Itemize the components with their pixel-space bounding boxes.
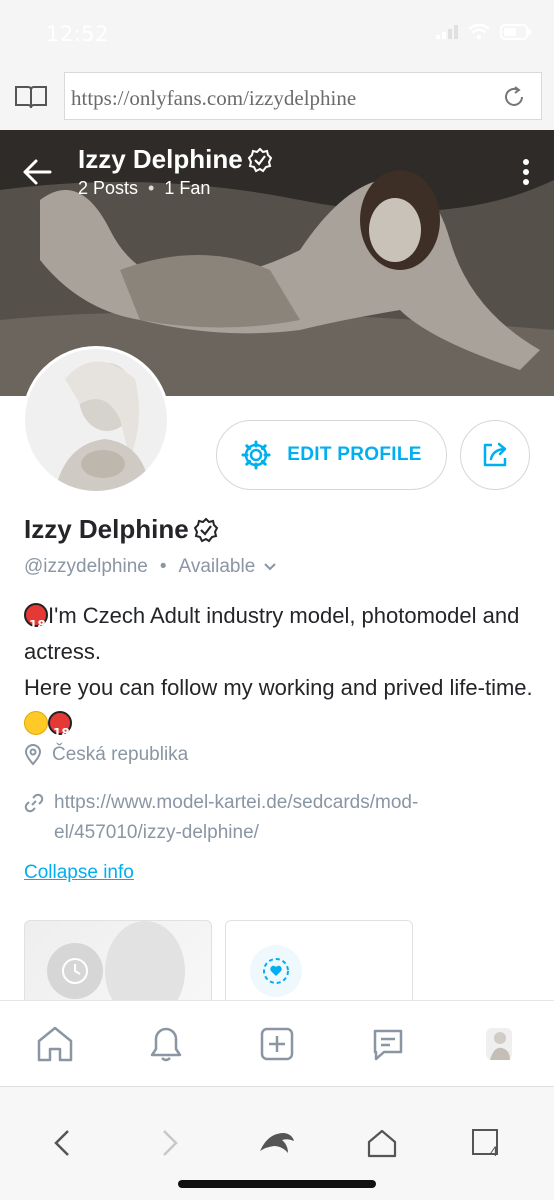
add-post-icon	[260, 1027, 294, 1060]
nav-profile[interactable]	[472, 1017, 526, 1071]
home-indicator	[178, 1180, 376, 1188]
bookmarks-icon[interactable]	[14, 84, 48, 110]
posts-count: 2 Posts	[78, 178, 139, 198]
status-icons	[436, 24, 532, 40]
tab-count: 4	[490, 1143, 498, 1159]
website[interactable]: https://www.model-kartei.de/sedcards/mod…	[24, 788, 474, 848]
profile-name-text: Izzy Delphine	[24, 514, 189, 544]
edit-profile-label: EDIT PROFILE	[287, 444, 422, 465]
back-arrow-icon[interactable]	[22, 158, 52, 186]
stats-separator: •	[148, 178, 155, 198]
profile-name: Izzy Delphine	[24, 514, 219, 545]
battery-icon	[500, 24, 531, 40]
bio: I'm Czech Adult industry model, photomod…	[24, 598, 534, 751]
edit-profile-button[interactable]: EDIT PROFILE	[216, 420, 447, 490]
profile-handle: @izzydelphine	[24, 556, 148, 577]
verified-icon	[247, 147, 272, 172]
chevron-left-icon	[54, 1130, 69, 1156]
dolphin-icon	[260, 1133, 294, 1153]
availability-label: Available	[178, 556, 256, 577]
address-bar[interactable]: https://onlyfans.com/izzydelphine	[64, 72, 542, 120]
home-outline-icon	[367, 1129, 397, 1158]
handle-row: @izzydelphine • Available	[24, 556, 277, 578]
url-text: https://onlyfans.com/izzydelphine	[71, 86, 357, 110]
no-under-18-icon	[24, 603, 48, 643]
cover-stats: 2 Posts • 1 Fan	[78, 178, 210, 199]
bio-paragraph-1: I'm Czech Adult industry model, photomod…	[24, 598, 534, 670]
nav-messages[interactable]	[361, 1017, 415, 1071]
availability-dropdown[interactable]: Available	[179, 556, 278, 578]
bell-icon	[150, 1027, 182, 1061]
bio-line-2: Here you can follow my working and prive…	[24, 675, 533, 700]
avatar-photo	[25, 349, 167, 491]
fans-count: 1 Fan	[164, 178, 211, 198]
nav-home[interactable]	[28, 1017, 82, 1071]
collapse-info-link[interactable]: Collapse info	[24, 862, 134, 884]
link-icon	[24, 793, 44, 813]
signal-icon	[436, 25, 458, 39]
messages-icon	[373, 1029, 403, 1060]
verified-icon	[193, 517, 218, 542]
more-options-icon[interactable]	[522, 158, 530, 186]
avatar[interactable]	[22, 346, 170, 494]
status-time: 12:52	[46, 22, 110, 46]
bio-line-1: I'm Czech Adult industry model, photomod…	[24, 603, 520, 664]
share-icon	[483, 442, 507, 467]
chevron-right-icon	[163, 1130, 178, 1156]
angel-face-icon	[24, 711, 48, 735]
location-text: Česká republika	[52, 744, 189, 765]
bottom-nav	[0, 1000, 554, 1086]
handle-separator: •	[159, 556, 167, 577]
wifi-icon	[468, 24, 490, 40]
nav-notifications[interactable]	[139, 1017, 193, 1071]
reload-icon[interactable]	[501, 84, 527, 110]
nav-add-post[interactable]	[250, 1017, 304, 1071]
location-pin-icon	[24, 744, 42, 766]
cover-name-text: Izzy Delphine	[78, 144, 243, 174]
chevron-down-icon	[264, 563, 276, 571]
no-under-18-icon	[48, 711, 72, 751]
home-icon	[38, 1026, 73, 1061]
browser-logo-button[interactable]	[256, 1125, 298, 1161]
safari-back-button[interactable]	[42, 1125, 82, 1161]
cover-name: Izzy Delphine	[78, 144, 273, 175]
safari-tabs-button[interactable]: 4	[466, 1125, 506, 1161]
bio-paragraph-2: Here you can follow my working and prive…	[24, 670, 534, 751]
gear-icon	[241, 440, 271, 470]
safari-forward-button[interactable]	[150, 1125, 190, 1161]
safari-home-button[interactable]	[362, 1125, 402, 1161]
location: Česká republika	[24, 744, 188, 766]
share-button[interactable]	[460, 420, 530, 490]
browser-chrome: 12:52 https://onlyfans.com/izzydelphine	[0, 0, 554, 130]
avatar	[485, 1027, 512, 1060]
url-row: https://onlyfans.com/izzydelphine	[0, 70, 554, 124]
website-link[interactable]: https://www.model-kartei.de/sedcards/mod…	[54, 788, 474, 848]
